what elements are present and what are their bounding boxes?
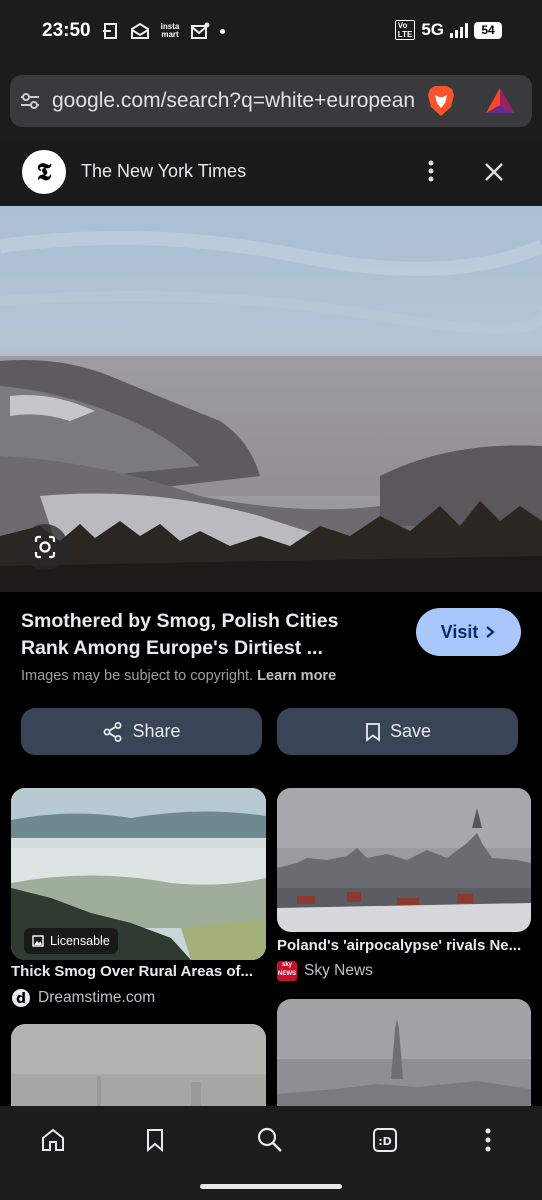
- tabs-button[interactable]: :D: [367, 1122, 403, 1158]
- main-result-image[interactable]: [0, 206, 542, 592]
- more-vert-icon: [485, 1128, 491, 1152]
- share-button[interactable]: Share: [21, 708, 262, 755]
- bottom-navigation: :D: [0, 1106, 542, 1200]
- sky-news-logo-icon: sky NEWS: [277, 961, 297, 981]
- related-card[interactable]: Poland's 'airpocalypse' rivals Ne... sky…: [277, 788, 531, 988]
- network-type: 5G: [421, 20, 444, 39]
- licensable-label: Licensable: [50, 934, 110, 948]
- save-button[interactable]: Save: [277, 708, 518, 755]
- brave-rewards-icon[interactable]: [484, 85, 516, 117]
- svg-text:d: d: [16, 991, 26, 1007]
- smog-landscape-image: [0, 206, 542, 592]
- visit-button[interactable]: Visit: [416, 608, 521, 656]
- url-text[interactable]: google.com/search?q=white+european: [52, 89, 414, 113]
- related-source[interactable]: d Dreamstime.com: [11, 988, 155, 1008]
- related-title[interactable]: Poland's 'airpocalypse' rivals Ne...: [277, 937, 531, 954]
- image-info-panel: Smothered by Smog, Polish Cities Rank Am…: [0, 592, 542, 788]
- status-time: 23:50: [42, 20, 91, 41]
- related-thumbnail[interactable]: [277, 788, 531, 932]
- svg-text::D: :D: [378, 1135, 392, 1148]
- dreamstime-logo-icon: d: [12, 989, 30, 1007]
- save-label: Save: [389, 721, 432, 741]
- related-card[interactable]: [277, 999, 531, 1106]
- related-thumbnail[interactable]: [277, 999, 531, 1106]
- related-thumbnail[interactable]: [11, 1024, 266, 1106]
- nyt-logo-icon: 𝕿: [22, 150, 66, 194]
- mail-notification-icon: [191, 22, 210, 39]
- related-source-name: Dreamstime.com: [38, 989, 156, 1006]
- learn-more-link[interactable]: Learn more: [257, 668, 336, 684]
- source-name[interactable]: The New York Times: [81, 161, 246, 182]
- tabs-icon: :D: [373, 1128, 397, 1152]
- volte-icon: Vo LTE: [394, 20, 416, 40]
- image-title[interactable]: Smothered by Smog, Polish Cities Rank Am…: [21, 608, 391, 662]
- search-icon: [257, 1127, 282, 1152]
- more-notifications-dot: [220, 28, 225, 34]
- browser-toolbar: google.com/search?q=white+european: [0, 62, 542, 140]
- chevron-right-icon: [486, 626, 496, 638]
- krakow-smog-image: [277, 788, 531, 932]
- related-title[interactable]: Thick Smog Over Rural Areas of...: [11, 963, 266, 980]
- more-vert-icon[interactable]: [420, 158, 442, 184]
- image-icon: [32, 935, 44, 947]
- related-images-grid: Licensable Thick Smog Over Rural Areas o…: [0, 788, 542, 1106]
- related-card[interactable]: Licensable Thick Smog Over Rural Areas o…: [11, 788, 266, 1013]
- bookmark-icon: [147, 1129, 163, 1153]
- site-settings-icon[interactable]: [20, 91, 40, 111]
- instamart-icon: insta mart: [160, 22, 180, 39]
- home-icon: [42, 1128, 64, 1151]
- signal-icon: [450, 22, 468, 38]
- gesture-home-indicator[interactable]: [200, 1184, 342, 1189]
- share-label: Share: [132, 721, 181, 741]
- licensable-badge: Licensable: [24, 928, 118, 954]
- google-lens-icon: [34, 535, 56, 559]
- share-icon: [103, 721, 122, 742]
- bookmarks-button[interactable]: [137, 1122, 173, 1158]
- copyright-notice: Images may be subject to copyright. Lear…: [21, 668, 336, 684]
- lens-search-button[interactable]: [22, 524, 68, 570]
- sim-toolkit-icon: [103, 23, 117, 39]
- search-button[interactable]: [252, 1122, 288, 1158]
- address-bar[interactable]: google.com/search?q=white+european: [10, 75, 532, 127]
- battery-icon: 54: [474, 21, 502, 39]
- close-icon[interactable]: [478, 156, 510, 188]
- visit-label: Visit: [440, 621, 479, 642]
- related-source-name: Sky News: [304, 962, 373, 979]
- related-thumbnail[interactable]: Licensable: [11, 788, 266, 960]
- notification-icons: insta mart: [102, 22, 225, 40]
- related-source[interactable]: sky NEWS Sky News: [277, 961, 373, 981]
- brave-shields-icon[interactable]: [423, 83, 459, 119]
- mail-open-icon: [131, 22, 149, 39]
- home-button[interactable]: [35, 1122, 71, 1158]
- image-source-header: 𝕿 The New York Times: [0, 140, 542, 206]
- bookmark-icon: [366, 722, 380, 742]
- related-card[interactable]: [11, 1024, 266, 1106]
- system-status: Vo LTE 5G 54: [394, 20, 502, 40]
- foggy-church-image: [277, 999, 531, 1106]
- menu-button[interactable]: [470, 1122, 506, 1158]
- status-bar: 23:50 insta mart Vo LTE 5G 54: [0, 0, 542, 62]
- hazy-city-image: [11, 1024, 266, 1106]
- copyright-text: Images may be subject to copyright.: [21, 668, 254, 684]
